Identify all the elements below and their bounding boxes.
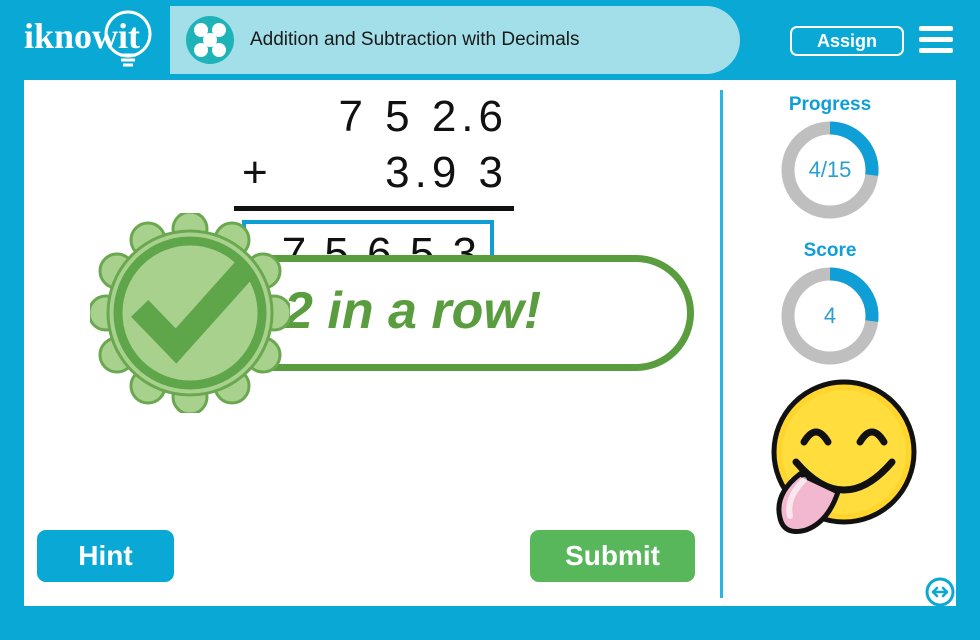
progress-label: Progress <box>788 94 872 115</box>
hamburger-bar <box>919 48 953 53</box>
score-ring: 4 <box>778 264 882 368</box>
app-root: iknowit Addition and Subtraction with De… <box>0 0 980 640</box>
assign-button[interactable]: Assign <box>790 26 904 56</box>
panel-divider <box>720 90 723 598</box>
hamburger-bar <box>919 37 953 42</box>
addend-row-1: 7 5 2.6 <box>338 92 508 141</box>
score-meter: Score 4 <box>740 240 920 368</box>
five-dots-icon <box>186 16 234 64</box>
progress-meter: Progress 4/15 <box>740 94 920 222</box>
page-title: Addition and Subtraction with Decimals <box>250 29 580 50</box>
submit-button[interactable]: Submit <box>530 530 695 582</box>
double-arrow-circle-icon[interactable] <box>924 576 956 608</box>
problem-rule-line <box>234 206 514 211</box>
hamburger-bar <box>919 26 953 31</box>
addend-row-2: + 3.9 3 <box>234 148 514 204</box>
svg-text:iknowit: iknowit <box>24 16 140 56</box>
progress-ring: 4/15 <box>778 118 882 222</box>
progress-value: 4/15 <box>808 157 852 182</box>
iknowit-logo[interactable]: iknowit <box>18 8 166 70</box>
score-label: Score <box>803 240 857 261</box>
addend-2-value: 3.9 3 <box>385 148 508 197</box>
streak-banner: 2 in a row! <box>254 255 694 371</box>
hint-button[interactable]: Hint <box>37 530 174 582</box>
operator-symbol: + <box>242 148 268 197</box>
streak-message: 2 in a row! <box>284 282 542 340</box>
hamburger-menu-icon[interactable] <box>919 26 953 54</box>
lesson-title-pill: Addition and Subtraction with Decimals <box>170 6 740 74</box>
app-header: iknowit Addition and Subtraction with De… <box>0 0 980 78</box>
score-value: 4 <box>823 303 837 328</box>
stage-content: 7 5 2.6 + 3.9 3 7 5 6.5 3 2 in a row! Pr… <box>24 80 956 608</box>
check-rosette-icon <box>87 210 293 416</box>
smiley-tongue-out-icon <box>752 376 932 536</box>
